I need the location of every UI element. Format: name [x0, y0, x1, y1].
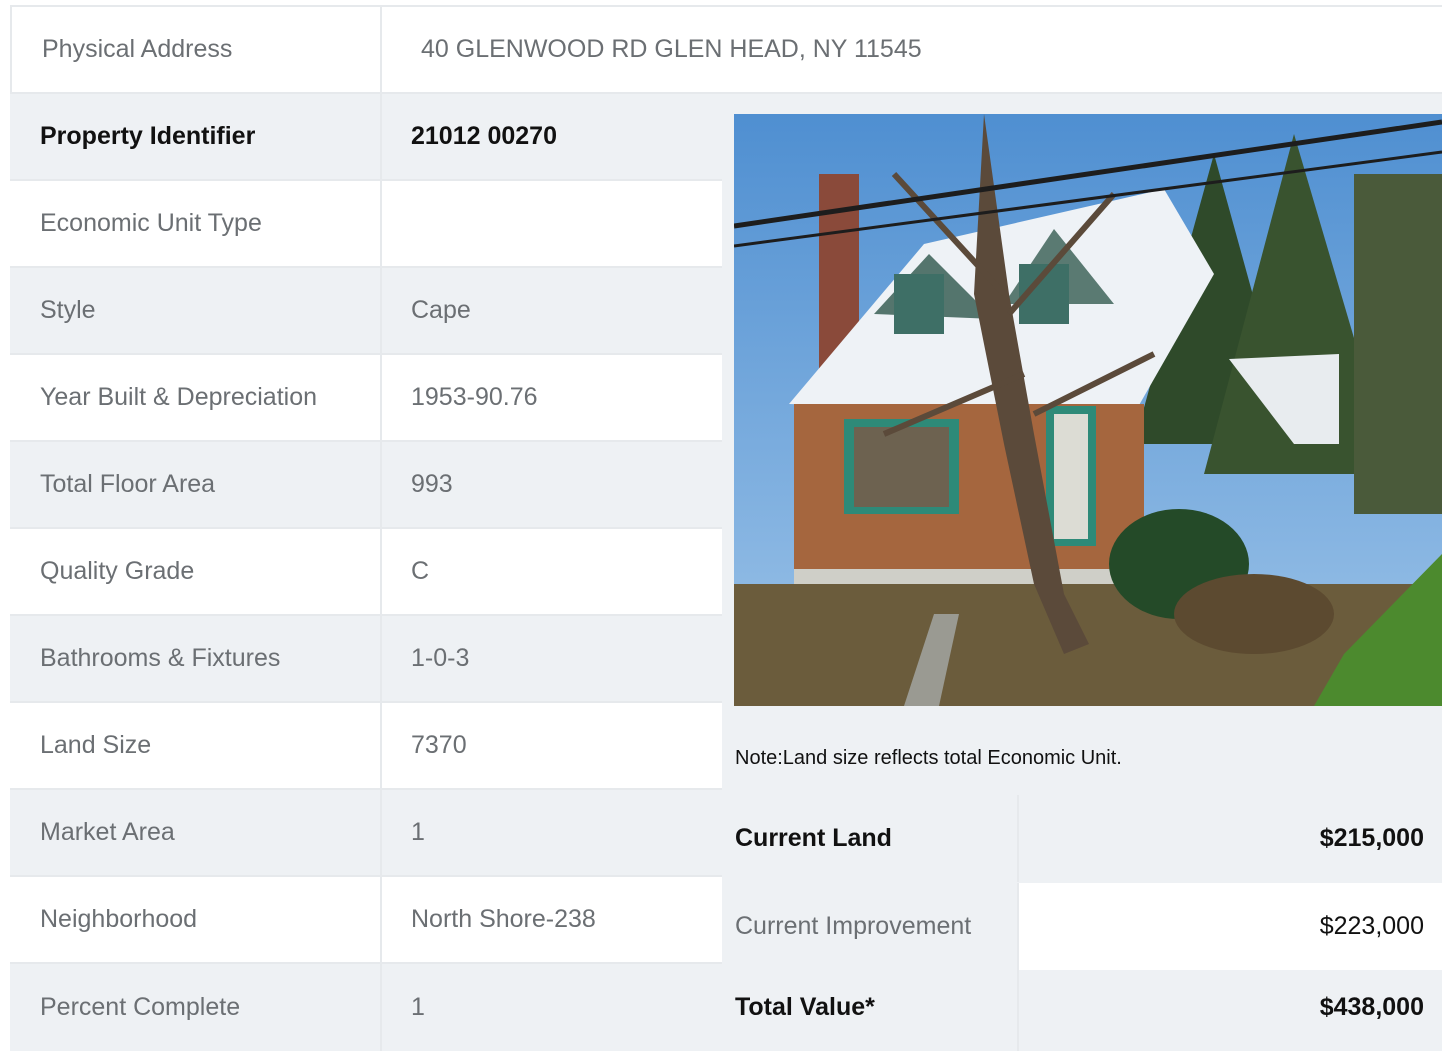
row-label: Neighborhood [10, 877, 382, 962]
row-market-area: Market Area 1 [10, 790, 722, 877]
row-value: 21012 00270 [411, 122, 557, 150]
row-value: 1 [411, 818, 425, 846]
row-label: Percent Complete [10, 964, 382, 1051]
row-value: 1-0-3 [411, 644, 470, 672]
row-value: North Shore-238 [411, 905, 596, 933]
row-neighborhood: Neighborhood North Shore-238 [10, 877, 722, 964]
value-amount: $215,000 [1017, 795, 1442, 882]
property-photo[interactable] [734, 114, 1442, 706]
value-label: Current Land [735, 824, 892, 852]
value-row-total-value: Total Value* $438,000 [722, 964, 1442, 1051]
address-label: Physical Address [10, 7, 382, 92]
value-label: Current Improvement [735, 912, 972, 940]
row-value [382, 181, 722, 266]
row-year-built: Year Built & Depreciation 1953-90.76 [10, 355, 722, 442]
row-quality-grade: Quality Grade C [10, 529, 722, 616]
row-label: Economic Unit Type [10, 181, 382, 266]
row-label: Quality Grade [10, 529, 382, 614]
address-value: 40 GLENWOOD RD GLEN HEAD, NY 11545 [421, 35, 922, 63]
row-property-identifier: Property Identifier 21012 00270 [10, 94, 722, 181]
row-value: 1953-90.76 [411, 383, 538, 411]
row-label: Bathrooms & Fixtures [10, 616, 382, 701]
land-size-note: Note:Land size reflects total Economic U… [735, 747, 1122, 769]
value-row-current-improvement: Current Improvement $223,000 [722, 883, 1442, 970]
row-value: 7370 [411, 731, 467, 759]
row-bathrooms: Bathrooms & Fixtures 1-0-3 [10, 616, 722, 703]
value-row-current-land: Current Land $215,000 [722, 795, 1442, 882]
row-economic-unit-type: Economic Unit Type [10, 181, 722, 268]
row-label: Total Floor Area [10, 442, 382, 527]
value-amount: $438,000 [1017, 964, 1442, 1051]
address-row: Physical Address 40 GLENWOOD RD GLEN HEA… [10, 7, 1442, 94]
row-label: Market Area [10, 790, 382, 875]
row-label: Property Identifier [10, 94, 382, 179]
row-value: 1 [411, 993, 425, 1021]
row-land-size: Land Size 7370 [10, 703, 722, 790]
row-label: Year Built & Depreciation [10, 355, 382, 440]
value-label: Total Value* [735, 993, 875, 1021]
row-style: Style Cape [10, 268, 722, 355]
value-amount: $223,000 [1017, 883, 1442, 970]
property-detail-table: Physical Address 40 GLENWOOD RD GLEN HEA… [10, 5, 1442, 1051]
row-percent-complete: Percent Complete 1 [10, 964, 722, 1051]
row-value: Cape [411, 296, 471, 324]
row-total-floor-area: Total Floor Area 993 [10, 442, 722, 529]
row-label: Land Size [10, 703, 382, 788]
row-value: C [411, 557, 430, 585]
row-value: 993 [411, 470, 453, 498]
row-label: Style [10, 268, 382, 353]
property-summary-panel: Note:Land size reflects total Economic U… [722, 94, 1442, 1051]
